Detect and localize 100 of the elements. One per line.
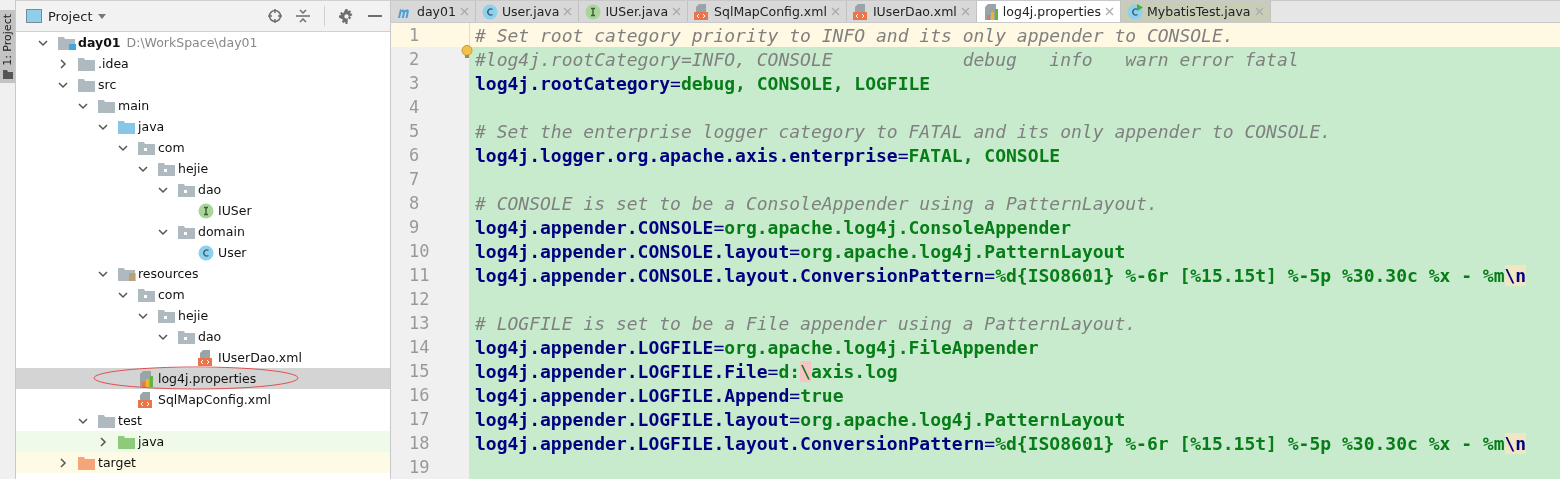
- test-class-icon: [1127, 3, 1144, 20]
- folder-icon: [98, 413, 116, 428]
- code-line: log4j.appender.LOGFILE.layout=org.apache.log4j.PatternLayout: [475, 408, 1126, 430]
- tree-item[interactable]: test: [16, 410, 390, 431]
- tree-item[interactable]: java: [16, 116, 390, 137]
- line-number: 10: [391, 239, 470, 263]
- tree-item[interactable]: dao: [16, 326, 390, 347]
- window-icon: [26, 9, 42, 23]
- code-line: log4j.appender.LOGFILE.File=d:\axis.log: [475, 360, 898, 382]
- editor-tab[interactable]: IUSer.java: [579, 1, 689, 22]
- folder-icon: [178, 329, 196, 344]
- chevron-down-icon[interactable]: [138, 163, 148, 174]
- editor-tab[interactable]: IUserDao.xml: [846, 1, 977, 22]
- code-line: #log4j.rootCategory=INFO, CONSOLE debug info warn error fatal: [475, 48, 1299, 70]
- line-number: 16: [391, 383, 470, 407]
- folder-icon: [2, 69, 13, 79]
- class-icon: [198, 244, 214, 261]
- project-tool-tab[interactable]: 1: Project: [0, 10, 15, 83]
- properties-file-icon: [982, 3, 999, 20]
- code-line: log4j.logger.org.apache.axis.enterprise=FATAL, CONSOLE: [475, 144, 1061, 166]
- tree-item[interactable]: log4j.properties: [16, 368, 390, 389]
- chevron-down-icon[interactable]: [98, 121, 108, 132]
- line-number: 4: [391, 95, 470, 119]
- chevron-down-icon[interactable]: [78, 415, 88, 426]
- chevron-right-icon[interactable]: [58, 457, 68, 468]
- line-number: 9: [391, 215, 470, 239]
- xml-file-icon: [694, 3, 711, 20]
- tree-item[interactable]: SqlMapConfig.xml: [16, 389, 390, 410]
- chevron-down-icon[interactable]: [98, 268, 108, 279]
- tree-item[interactable]: target: [16, 452, 390, 473]
- folder-icon: [138, 140, 156, 155]
- properties-file-icon: [138, 370, 154, 387]
- chevron-right-icon[interactable]: [58, 58, 68, 69]
- editor-tab[interactable]: MybatisTest.java: [1121, 1, 1271, 22]
- tree-item[interactable]: com: [16, 284, 390, 305]
- lightbulb-icon[interactable]: [461, 44, 473, 59]
- folder-icon: [58, 35, 76, 50]
- code-line: log4j.appender.LOGFILE=org.apache.log4j.FileAppender: [475, 336, 1039, 358]
- editor-tab[interactable]: SqlMapConfig.xml: [688, 1, 847, 22]
- line-number: 8: [391, 191, 470, 215]
- class-icon: [481, 3, 498, 20]
- tree-item[interactable]: hejie: [16, 158, 390, 179]
- tree-item[interactable]: dao: [16, 179, 390, 200]
- tree-item[interactable]: com: [16, 137, 390, 158]
- chevron-down-icon[interactable]: [158, 331, 168, 342]
- tree-item[interactable]: IUSer: [16, 200, 390, 221]
- code-line: # CONSOLE is set to be a ConsoleAppender using a PatternLayout.: [475, 192, 1158, 214]
- line-number: 11: [391, 263, 470, 287]
- tree-item[interactable]: User: [16, 242, 390, 263]
- folder-icon: [118, 119, 136, 134]
- folder-icon: [158, 308, 176, 323]
- code-line: log4j.appender.LOGFILE.Append=true: [475, 384, 844, 406]
- chevron-down-icon[interactable]: [158, 226, 168, 237]
- code-line: log4j.rootCategory=debug, CONSOLE, LOGFILE: [475, 72, 931, 94]
- tree-item[interactable]: domain: [16, 221, 390, 242]
- folder-icon: [138, 287, 156, 302]
- tree-item[interactable]: hejie: [16, 305, 390, 326]
- chevron-down-icon[interactable]: [58, 79, 68, 90]
- view-selector[interactable]: Project: [26, 8, 107, 24]
- folder-icon: [78, 455, 96, 470]
- line-number: 13: [391, 311, 470, 335]
- code-line: # LOGFILE is set to be a File appender using a PatternLayout.: [475, 312, 1137, 334]
- settings-icon[interactable]: [339, 8, 354, 24]
- locate-icon[interactable]: [268, 9, 282, 23]
- code-line: # Set the enterprise logger category to FATAL and its only appender to CONSOLE.: [475, 120, 1332, 142]
- tree-item[interactable]: .idea: [16, 53, 390, 74]
- line-number: 17: [391, 407, 470, 431]
- chevron-down-icon[interactable]: [138, 310, 148, 321]
- line-number: 15: [391, 359, 470, 383]
- folder-icon: [78, 56, 96, 71]
- tree-item[interactable]: java: [16, 431, 390, 452]
- line-number: 19: [391, 455, 470, 479]
- line-number: 6: [391, 143, 470, 167]
- interface-icon: [198, 202, 214, 219]
- tree-item[interactable]: src: [16, 74, 390, 95]
- tree-item[interactable]: day01 D:\WorkSpace\day01: [16, 32, 390, 53]
- editor-tab[interactable]: day01: [391, 1, 476, 22]
- code-line: log4j.appender.CONSOLE=org.apache.log4j.ConsoleAppender: [475, 216, 1072, 238]
- folder-icon: [158, 161, 176, 176]
- chevron-down-icon[interactable]: [118, 289, 128, 300]
- chevron-down-icon[interactable]: [78, 100, 88, 111]
- folder-icon: [98, 98, 116, 113]
- editor-tab[interactable]: log4j.properties: [976, 1, 1122, 22]
- tree-item[interactable]: main: [16, 95, 390, 116]
- tree-item[interactable]: resources: [16, 263, 390, 284]
- resources-folder-icon: [118, 266, 136, 281]
- line-number: 7: [391, 167, 470, 191]
- chevron-down-icon[interactable]: [38, 37, 48, 48]
- chevron-down-icon[interactable]: [158, 184, 168, 195]
- caret-icon: [98, 13, 107, 19]
- tree-item[interactable]: IUserDao.xml: [16, 347, 390, 368]
- editor-tab[interactable]: User.java: [475, 1, 580, 22]
- folder-icon: [118, 434, 136, 449]
- xml-file-icon: [138, 391, 154, 408]
- chevron-right-icon[interactable]: [98, 436, 108, 447]
- chevron-down-icon[interactable]: [118, 142, 128, 153]
- line-number: 5: [391, 119, 470, 143]
- collapse-all-icon[interactable]: [296, 9, 310, 23]
- line-number: 18: [391, 431, 470, 455]
- line-number: 12: [391, 287, 470, 311]
